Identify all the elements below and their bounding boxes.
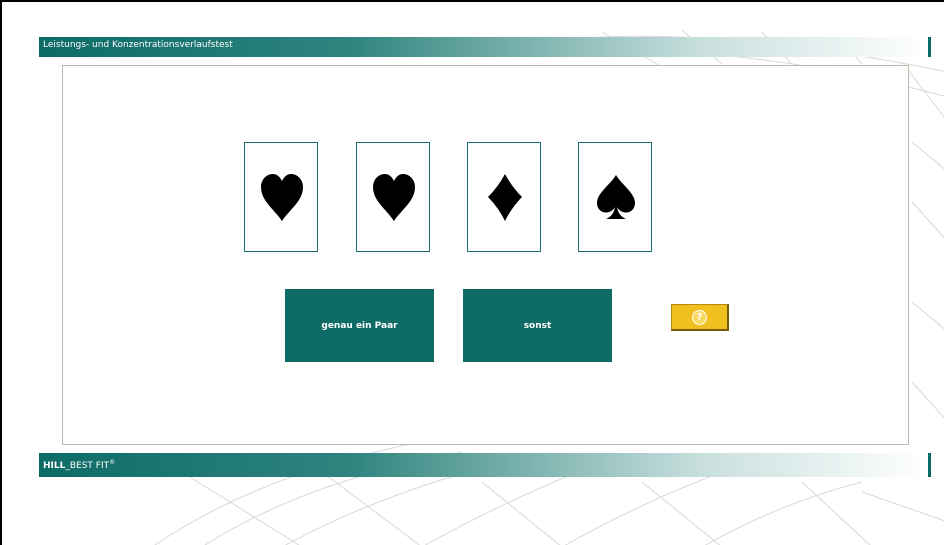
help-button[interactable]: ? (671, 304, 729, 331)
brand-bold: HILL (43, 461, 66, 471)
brand-rest: _BEST FIT (65, 461, 110, 471)
card-3 (467, 142, 541, 252)
brand-mark: ® (109, 459, 116, 466)
otherwise-button[interactable]: sonst (463, 289, 612, 362)
card-1 (244, 142, 318, 252)
help-icon: ? (692, 309, 707, 325)
diamond-icon (488, 174, 522, 221)
test-title: Leistungs- und Konzentrationsverlaufstes… (43, 40, 233, 50)
app-window: Leistungs- und Konzentrationsverlaufstes… (0, 0, 944, 545)
spade-icon (597, 175, 635, 219)
task-panel (62, 65, 909, 445)
exactly-one-pair-button[interactable]: genau ein Paar (285, 289, 434, 362)
card-2 (356, 142, 430, 252)
heart-icon (261, 174, 303, 221)
heart-icon (373, 174, 415, 221)
footer-bar: HILL_BEST FIT® (39, 453, 931, 477)
brand-logo: HILL_BEST FIT® (43, 459, 115, 471)
card-4 (578, 142, 652, 252)
title-bar: Leistungs- und Konzentrationsverlaufstes… (39, 37, 931, 57)
